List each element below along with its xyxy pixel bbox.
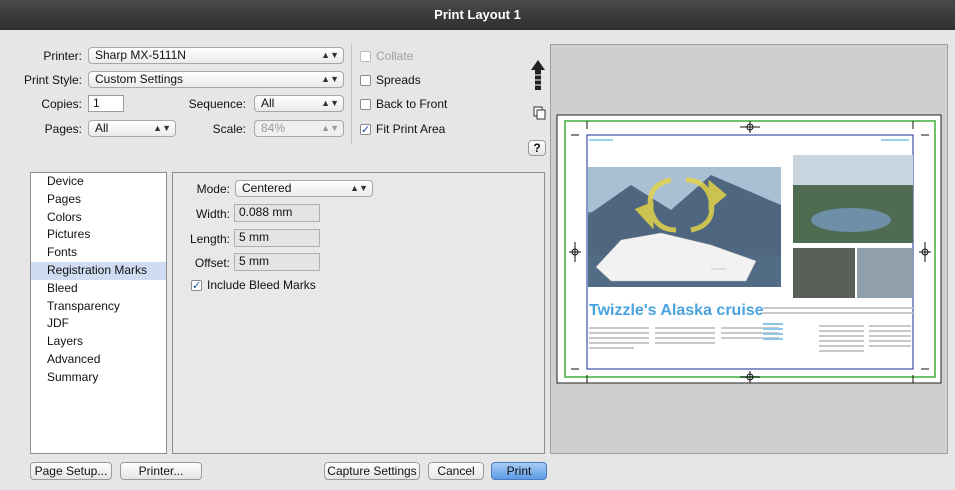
- printer-button[interactable]: Printer...: [120, 462, 202, 480]
- updown-arrows-icon: ▲▼: [321, 123, 339, 133]
- updown-arrows-icon: ▲▼: [153, 123, 171, 133]
- scale-label: Scale:: [212, 122, 246, 136]
- mode-label: Mode:: [196, 182, 230, 196]
- checkbox-box: [360, 74, 371, 86]
- back-to-front-checkbox[interactable]: Back to Front: [360, 97, 447, 111]
- sidebar-item-jdf[interactable]: JDF: [31, 315, 166, 333]
- checkmark-icon: ✓: [191, 279, 202, 292]
- sidebar-item-bleed[interactable]: Bleed: [31, 280, 166, 298]
- copy-pages-icon[interactable]: [533, 106, 547, 120]
- copies-field[interactable]: 1: [88, 95, 124, 112]
- window-title: Print Layout 1: [434, 7, 521, 22]
- printer-value: Sharp MX-5111N: [95, 48, 186, 62]
- sidebar-item-pages[interactable]: Pages: [31, 191, 166, 209]
- capture-settings-button[interactable]: Capture Settings: [324, 462, 420, 480]
- print-button[interactable]: Print: [491, 462, 547, 480]
- copies-label: Copies:: [41, 97, 82, 111]
- sequence-value: All: [261, 96, 275, 110]
- printer-popup[interactable]: Sharp MX-5111N ▲▼: [88, 47, 344, 64]
- sequence-popup[interactable]: All ▲▼: [254, 95, 344, 112]
- print-style-value: Custom Settings: [95, 72, 184, 86]
- pages-value: All: [95, 121, 109, 135]
- spread-headline: Twizzle's Alaska cruise: [589, 302, 764, 319]
- updown-arrows-icon: ▲▼: [321, 74, 339, 84]
- pages-label: Pages:: [44, 122, 82, 136]
- updown-arrows-icon: ▲▼: [321, 98, 339, 108]
- orientation-portrait-icon[interactable]: [531, 60, 545, 90]
- page-preview-pane: Twizzle's Alaska cruise: [550, 44, 948, 454]
- window-title-bar: Print Layout 1: [0, 0, 955, 30]
- sidebar-item-transparency[interactable]: Transparency: [31, 298, 166, 316]
- hiker-photo: [857, 248, 913, 298]
- print-style-label: Print Style:: [23, 73, 82, 87]
- updown-arrows-icon: ▲▼: [321, 50, 339, 60]
- running-head-left: [589, 139, 613, 141]
- offset-label: Offset:: [194, 256, 230, 270]
- page-setup-button[interactable]: Page Setup...: [30, 462, 112, 480]
- sidebar-item-pictures[interactable]: Pictures: [31, 226, 166, 244]
- sidebar-item-colors[interactable]: Colors: [31, 209, 166, 227]
- length-field[interactable]: 5 mm: [234, 229, 320, 247]
- sidebar-item-fonts[interactable]: Fonts: [31, 244, 166, 262]
- mode-popup[interactable]: Centered ▲▼: [235, 180, 373, 197]
- pages-popup[interactable]: All ▲▼: [88, 120, 176, 137]
- collate-checkbox[interactable]: Collate: [360, 49, 413, 63]
- sidebar-item-advanced[interactable]: Advanced: [31, 351, 166, 369]
- fit-print-area-checkbox[interactable]: ✓ Fit Print Area: [360, 122, 445, 136]
- spreads-label: Spreads: [376, 73, 421, 87]
- length-label: Length:: [189, 232, 230, 246]
- include-bleed-marks-label: Include Bleed Marks: [207, 278, 316, 292]
- include-bleed-marks-checkbox[interactable]: ✓ Include Bleed Marks: [191, 278, 316, 292]
- running-head-right: [881, 139, 909, 141]
- fjord-sky: [793, 155, 913, 185]
- back-to-front-label: Back to Front: [376, 97, 448, 111]
- vertical-divider: [351, 44, 352, 144]
- updown-arrows-icon: ▲▼: [350, 183, 368, 193]
- sidebar-item-device[interactable]: Device: [31, 173, 166, 191]
- mode-value: Centered: [242, 181, 292, 195]
- help-button[interactable]: ?: [528, 140, 546, 156]
- printer-label: Printer:: [43, 49, 82, 63]
- checkbox-box: [360, 98, 371, 110]
- page-preview-canvas: Twizzle's Alaska cruise: [556, 114, 942, 384]
- fjord-water: [811, 208, 891, 232]
- spreads-checkbox[interactable]: Spreads: [360, 73, 421, 87]
- sequence-label: Sequence:: [188, 97, 246, 111]
- settings-category-list: Device Pages Colors Pictures Fonts Regis…: [30, 172, 167, 454]
- width-field[interactable]: 0.088 mm: [234, 204, 320, 222]
- checkmark-icon: ✓: [360, 123, 371, 136]
- collate-label: Collate: [376, 49, 414, 63]
- sidebar-item-summary[interactable]: Summary: [31, 369, 166, 387]
- checkbox-box: [360, 50, 371, 62]
- sidebar-item-layers[interactable]: Layers: [31, 333, 166, 351]
- fit-print-area-label: Fit Print Area: [376, 122, 446, 136]
- scale-combo[interactable]: 84% ▲▼: [254, 120, 344, 137]
- offset-field[interactable]: 5 mm: [234, 253, 320, 271]
- sidebar-item-registration-marks[interactable]: Registration Marks: [31, 261, 166, 280]
- width-label: Width:: [195, 207, 230, 221]
- scale-value: 84%: [261, 121, 286, 135]
- print-style-popup[interactable]: Custom Settings ▲▼: [88, 71, 344, 88]
- cancel-button[interactable]: Cancel: [428, 462, 484, 480]
- town-photo: [793, 248, 855, 298]
